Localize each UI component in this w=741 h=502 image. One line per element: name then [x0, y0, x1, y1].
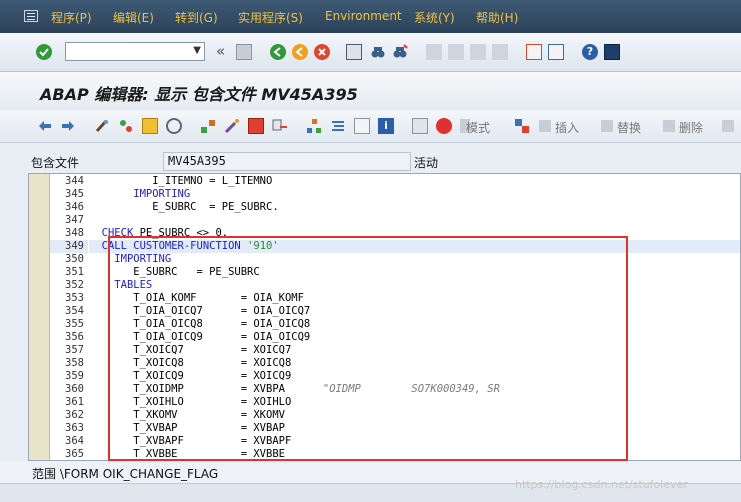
menu-system[interactable]: 系统(Y) [414, 9, 455, 26]
replace-icon [601, 120, 613, 132]
line-number: 355 [65, 318, 84, 330]
cut-icon[interactable] [514, 118, 530, 134]
cancel-icon[interactable] [314, 44, 330, 60]
code-line[interactable]: IMPORTING [89, 188, 190, 201]
other-object-icon[interactable] [142, 118, 158, 134]
enter-check-icon[interactable] [36, 44, 52, 60]
line-number: 351 [65, 266, 84, 278]
delete-icon [663, 120, 675, 132]
arrow-right-icon[interactable] [60, 118, 76, 134]
line-number: 353 [65, 292, 84, 304]
code-line[interactable]: E_SUBRC = PE_SUBRC. [89, 201, 278, 214]
line-number: 363 [65, 422, 84, 434]
line-number: 347 [65, 214, 84, 226]
menu-utilities[interactable]: 实用程序(S) [238, 9, 303, 26]
line-number: 357 [65, 344, 84, 356]
line-number: 344 [65, 175, 84, 187]
system-menu-icon[interactable] [24, 10, 38, 22]
table-view-icon[interactable] [354, 118, 370, 134]
line-number: 365 [65, 448, 84, 460]
command-toggle-icon[interactable]: « [216, 42, 225, 60]
print-icon[interactable] [346, 44, 362, 60]
line-number: 362 [65, 409, 84, 421]
activate-icon[interactable] [118, 118, 134, 134]
first-page-icon[interactable] [426, 44, 442, 60]
stop-icon[interactable] [436, 118, 452, 134]
line-number: 345 [65, 188, 84, 200]
hierarchy-icon[interactable] [200, 118, 216, 134]
help-icon[interactable]: ? [582, 44, 598, 60]
line-number: 348 [65, 227, 84, 239]
page-title: ABAP 编辑器: 显示 包含文件 MV45A395 [40, 85, 358, 104]
find-next-icon[interactable] [392, 44, 408, 60]
menu-environment[interactable]: Environment [325, 9, 402, 23]
include-info-row: 包含文件 MV45A395 活动 [0, 147, 741, 173]
where-used-icon[interactable] [166, 118, 182, 134]
watermark-text: https://blog.csdn.net/stufolever [515, 478, 688, 491]
status-label: 活动 [414, 156, 439, 170]
include-label: 包含文件 [31, 156, 80, 170]
menu-help[interactable]: 帮助(H) [476, 9, 518, 26]
editor-gutter [29, 174, 50, 460]
line-number: 350 [65, 253, 84, 265]
magic-wand-icon[interactable] [224, 118, 240, 134]
line-number: 352 [65, 279, 84, 291]
menu-bar: 程序(P) 编辑(E) 转到(G) 实用程序(S) Environment 系统… [0, 0, 741, 33]
last-page-icon[interactable] [492, 44, 508, 60]
display-object-list-icon[interactable] [412, 118, 428, 134]
more-icon [722, 120, 734, 132]
line-number: 358 [65, 357, 84, 369]
transfer-icon[interactable] [272, 118, 288, 134]
customize-layout-icon[interactable] [604, 44, 620, 60]
find-icon[interactable] [370, 44, 386, 60]
insert-icon [539, 120, 551, 132]
scope-text: 范围 \FORM OIK_CHANGE_FLAG [32, 467, 219, 481]
line-number: 364 [65, 435, 84, 447]
breakpoint-icon[interactable] [248, 118, 264, 134]
display-change-icon[interactable] [94, 118, 110, 134]
include-name-field: MV45A395 [163, 152, 411, 171]
save-icon[interactable] [236, 44, 252, 60]
replace-button[interactable]: 替换 [617, 119, 641, 136]
line-number: 354 [65, 305, 84, 317]
previous-page-icon[interactable] [448, 44, 464, 60]
line-number: 346 [65, 201, 84, 213]
menu-edit[interactable]: 编辑(E) [113, 9, 154, 26]
application-toolbar: i 模式 插入 替换 删除 [0, 110, 741, 143]
standard-toolbar: ▼ « ? [0, 33, 741, 72]
chevron-down-icon[interactable]: ▼ [193, 45, 201, 56]
pretty-printer-icon[interactable] [330, 118, 346, 134]
command-field[interactable]: ▼ [65, 42, 205, 61]
next-page-icon[interactable] [470, 44, 486, 60]
info-icon[interactable]: i [378, 118, 394, 134]
new-session-icon[interactable] [526, 44, 542, 60]
pattern-button[interactable]: 模式 [466, 119, 490, 136]
line-numbers: 344 345 346 347 348 349 350 351 352 353 354 355 356 3… [50, 174, 88, 460]
line-number: 360 [65, 383, 84, 395]
line-number: 356 [65, 331, 84, 343]
arrow-left-icon[interactable] [37, 118, 53, 134]
structure-icon[interactable] [306, 118, 322, 134]
line-number: 349 [65, 240, 84, 252]
menu-goto[interactable]: 转到(G) [175, 9, 218, 26]
title-bar: ABAP 编辑器: 显示 包含文件 MV45A395 [0, 72, 741, 111]
back-icon[interactable] [270, 44, 286, 60]
shortcut-icon[interactable] [548, 44, 564, 60]
menu-program[interactable]: 程序(P) [51, 9, 92, 26]
code-line[interactable]: I_ITEMNO = L_ITEMNO [89, 175, 272, 188]
line-number: 359 [65, 370, 84, 382]
delete-button[interactable]: 删除 [679, 119, 703, 136]
exit-icon[interactable] [292, 44, 308, 60]
highlight-box [108, 236, 628, 461]
insert-button[interactable]: 插入 [555, 119, 579, 136]
line-number: 361 [65, 396, 84, 408]
